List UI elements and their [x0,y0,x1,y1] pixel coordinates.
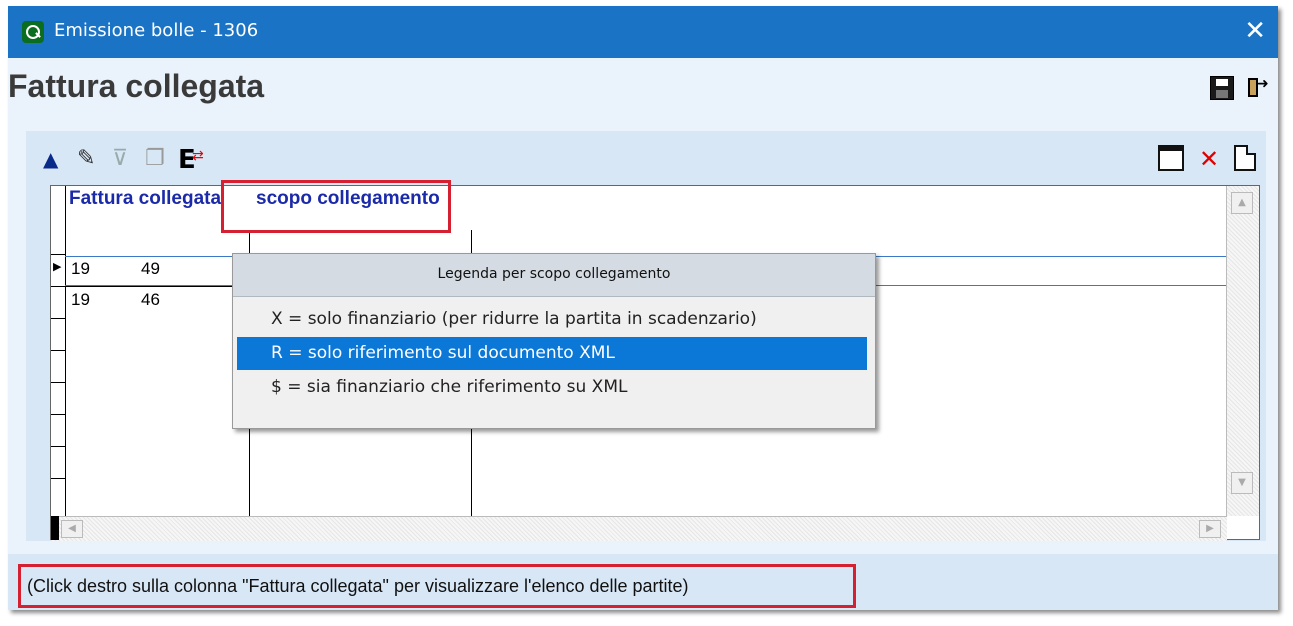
window-icon[interactable] [1158,145,1184,171]
column-header-fattura[interactable]: Fattura collegata [69,188,221,210]
export-icon[interactable] [176,145,204,175]
title-bar: Emissione bolle - 1306 ✕ [8,6,1278,58]
highlight-box-scopo-header [221,180,451,233]
scroll-down-icon[interactable]: ▼ [1231,472,1253,494]
legend-popup-menu[interactable]: Legenda per scopo collegamento X = solo … [232,253,876,429]
popup-title: Legenda per scopo collegamento [233,254,875,297]
menu-item-x[interactable]: X = solo finanziario (per ridurre la par… [237,303,867,336]
filter-icon[interactable] [108,145,134,173]
delete-icon[interactable] [1196,145,1222,173]
row1-numero[interactable]: 49 [141,259,160,279]
row-indicator-column: ▶ [51,186,66,516]
scroll-up-icon[interactable]: ▲ [1231,192,1253,214]
grid-toolbar [40,145,204,175]
grid-corner [51,516,59,540]
arrow-up-icon[interactable] [40,145,66,173]
vertical-scrollbar[interactable]: ▲ ▼ [1226,186,1259,516]
row2-anno[interactable]: 19 [71,290,90,310]
current-row-marker: ▶ [53,260,62,273]
horizontal-scrollbar[interactable]: ◀ ▶ [51,516,1227,541]
scroll-left-icon[interactable]: ◀ [61,520,83,538]
exit-door-icon[interactable] [1244,76,1269,100]
copy-icon[interactable] [142,145,168,173]
row1-anno[interactable]: 19 [71,259,90,279]
app-logo-icon [22,21,44,43]
scroll-right-icon[interactable]: ▶ [1199,520,1221,538]
menu-item-r[interactable]: R = solo riferimento sul documento XML [237,337,867,370]
menu-item-dollar[interactable]: $ = sia finanziario che riferimento su X… [237,371,867,404]
window-title: Emissione bolle - 1306 [54,20,259,41]
form-actions [1210,76,1269,100]
save-icon[interactable] [1210,76,1234,100]
grid-toolbar-right [1158,145,1256,173]
row2-numero[interactable]: 46 [141,290,160,310]
edit-icon[interactable] [74,145,100,173]
close-icon[interactable]: ✕ [1244,16,1266,46]
new-document-icon[interactable] [1234,145,1256,171]
status-hint: (Click destro sulla colonna "Fattura col… [18,564,856,608]
status-bar: (Click destro sulla colonna "Fattura col… [8,554,1278,610]
page-title: Fattura collegata [8,68,265,104]
